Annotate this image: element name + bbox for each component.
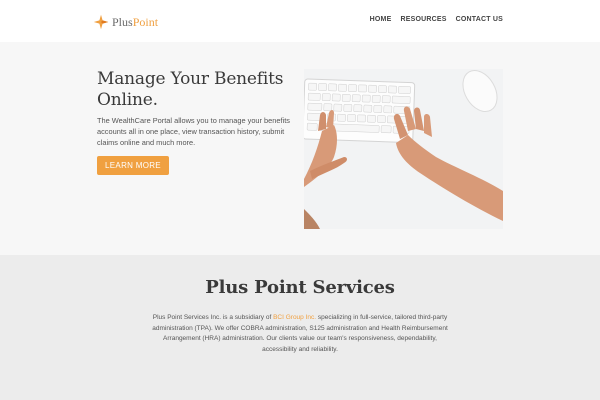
brand-name: PlusPoint xyxy=(112,14,159,29)
services-description: Plus Point Services Inc. is a subsidiary… xyxy=(152,314,448,353)
pluspoint-logo-icon xyxy=(93,14,109,30)
nav-home[interactable]: HOME xyxy=(370,16,392,23)
hero-section: Manage Your Benefits Online. The WealthC… xyxy=(0,42,600,255)
site-header: PlusPoint HOME RESOURCES CONTACT US xyxy=(0,0,600,42)
services-section: Plus Point Services Plus Point Services … xyxy=(0,255,600,400)
hero-title: Manage Your Benefits Online. xyxy=(97,69,284,110)
services-title: Plus Point Services xyxy=(205,277,395,298)
brand-logo[interactable]: PlusPoint xyxy=(93,13,158,31)
bci-group-link[interactable]: BCI Group Inc. xyxy=(273,314,316,321)
nav-contact-us[interactable]: CONTACT US xyxy=(456,16,503,23)
hero-description: The WealthCare Portal allows you to mana… xyxy=(97,116,290,147)
learn-more-button[interactable]: LEARN MORE xyxy=(97,156,169,175)
hero-image-keyboard-hands xyxy=(304,69,503,229)
main-nav: HOME RESOURCES CONTACT US xyxy=(370,16,503,23)
nav-resources[interactable]: RESOURCES xyxy=(400,16,446,23)
